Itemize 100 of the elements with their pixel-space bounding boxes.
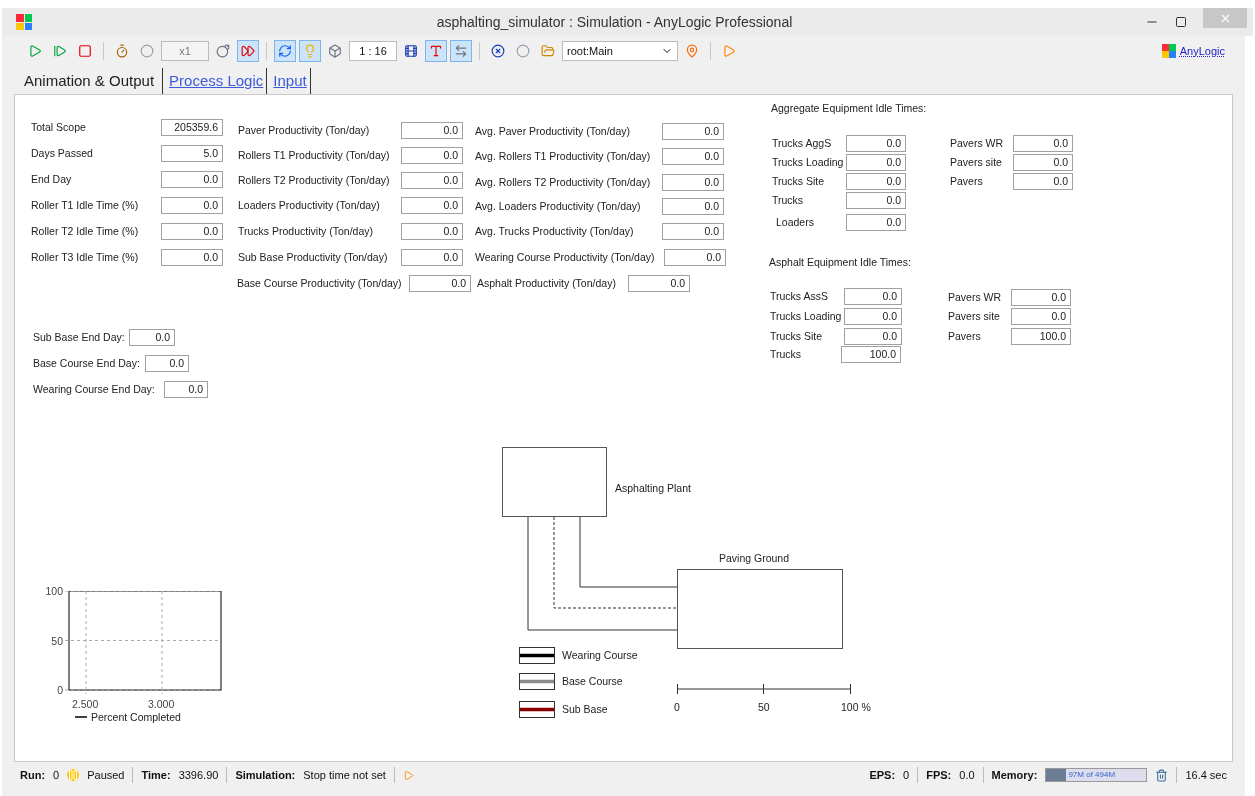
legend-label: Wearing Course: [562, 648, 638, 663]
value-field: 0.0: [401, 223, 463, 240]
field-label: Trucks Loading: [772, 155, 844, 169]
status-label: Simulation:: [235, 767, 296, 783]
value-field: 0.0: [161, 171, 223, 188]
fps-value: 0.0: [959, 767, 975, 783]
scale-label: 50: [758, 700, 770, 715]
scale-field[interactable]: 1 : 16: [349, 41, 397, 61]
timer-icon: [115, 44, 129, 58]
field-label: Avg. Paver Productivity (Ton/day): [475, 124, 631, 138]
field-label: Avg. Rollers T2 Productivity (Ton/day): [475, 175, 651, 189]
lightbulb-icon: [303, 44, 317, 58]
value-field: 0.0: [1011, 289, 1071, 306]
value-field: 0.0: [161, 223, 223, 240]
value-field: 0.0: [1011, 308, 1071, 325]
play-icon: [28, 44, 42, 58]
model-dropdown[interactable]: root:Main: [562, 41, 678, 61]
field-label: End Day: [31, 172, 72, 186]
legend-label: Base Course: [562, 674, 623, 689]
axis-tick-label: 2.500: [72, 698, 99, 710]
ground-label: Paving Ground: [719, 551, 790, 566]
circle-icon: [140, 44, 154, 58]
field-label: Loaders Productivity (Ton/day): [238, 198, 380, 212]
maximize-icon[interactable]: [1175, 16, 1187, 28]
pause-icon: [67, 769, 80, 781]
speed-field[interactable]: x1: [161, 41, 209, 61]
status-label: EPS:: [869, 767, 896, 783]
fast-forward-icon: [241, 44, 255, 58]
toolbar-button[interactable]: [425, 40, 447, 62]
field-label: Pavers: [948, 329, 981, 343]
value-field: 0.0: [161, 249, 223, 266]
font-icon: [429, 44, 443, 58]
axis-tick-label: 3.000: [148, 698, 175, 710]
bomb-icon: [216, 44, 230, 58]
section-heading: Asphalt Equipment Idle Times:: [769, 255, 911, 270]
value-field: 0.0: [662, 174, 724, 191]
field-label: Pavers site: [948, 309, 1000, 323]
scale-label: 100 %: [841, 700, 871, 715]
field-label: Rollers T1 Productivity (Ton/day): [238, 148, 390, 162]
field-label: Trucks: [770, 347, 802, 361]
field-label: Avg. Trucks Productivity (Ton/day): [475, 224, 634, 238]
refresh-icon: [278, 44, 292, 58]
trash-icon[interactable]: [1155, 768, 1169, 782]
field-label: Paver Productivity (Ton/day): [238, 123, 370, 137]
field-label: Wearing Course Productivity (Ton/day): [475, 250, 655, 264]
field-label: Base Course End Day:: [33, 356, 140, 370]
status-label: Memory:: [991, 767, 1038, 783]
field-label: Trucks AssS: [770, 289, 828, 303]
value-field: 0.0: [846, 192, 906, 209]
eps-value: 0: [903, 767, 910, 783]
field-label: Base Course Productivity (Ton/day): [237, 276, 402, 290]
play-icon[interactable]: [402, 769, 414, 781]
scale-label: 0: [674, 700, 680, 715]
field-label: Trucks Productivity (Ton/day): [238, 224, 373, 238]
field-label: Roller T2 Idle Time (%): [31, 224, 139, 238]
value-field: 0.0: [401, 172, 463, 189]
field-label: Total Scope: [31, 120, 86, 134]
field-label: Avg. Rollers T1 Productivity (Ton/day): [475, 149, 651, 163]
pin-icon: [685, 44, 699, 58]
value-field: 0.0: [846, 135, 906, 152]
field-label: Trucks Site: [772, 174, 825, 188]
value-field: 0.0: [846, 173, 906, 190]
field-label: Trucks Loading: [770, 309, 842, 323]
simulation-value: Stop time not set: [303, 767, 386, 783]
elapsed-time: 16.4 sec: [1185, 767, 1228, 783]
play-icon: [722, 44, 736, 58]
section-heading: Aggregate Equipment Idle Times:: [771, 101, 927, 116]
time-value: 3396.90: [178, 767, 219, 783]
field-label: Sub Base End Day:: [33, 330, 125, 344]
field-label: Pavers WR: [950, 136, 1004, 150]
field-label: Days Passed: [31, 146, 93, 160]
value-field: 0.0: [409, 275, 471, 292]
field-label: Trucks Site: [770, 329, 823, 343]
value-field: 5.0: [161, 145, 223, 162]
status-label: Time:: [141, 767, 171, 783]
field-label: Loaders: [776, 215, 814, 229]
legend-label: Sub Base: [562, 702, 608, 717]
field-label: Pavers WR: [948, 290, 1002, 304]
axis-tick-label: 50: [50, 634, 63, 647]
close-circle-icon: [491, 44, 505, 58]
brand-link[interactable]: AnyLogic: [1179, 42, 1225, 60]
field-label: Roller T1 Idle Time (%): [31, 198, 139, 212]
value-field: 0.0: [164, 381, 208, 398]
value-field: 0.0: [844, 328, 902, 345]
value-field: 0.0: [1013, 135, 1073, 152]
value-field: 0.0: [628, 275, 690, 292]
value-field: 0.0: [129, 329, 175, 346]
field-label: Trucks AggS: [772, 136, 832, 150]
value-field: 0.0: [662, 223, 724, 240]
run-number: 0: [53, 767, 60, 783]
status-label: Run:: [20, 767, 46, 783]
memory-text: 97M of 494M: [1068, 769, 1116, 781]
step-icon: [53, 44, 67, 58]
toolbar-button[interactable]: [237, 40, 259, 62]
app-logo-icon: [16, 14, 32, 30]
value-field: 0.0: [401, 197, 463, 214]
toolbar-button[interactable]: [274, 40, 296, 62]
run-state: Paused: [87, 767, 125, 783]
value-field: 0.0: [664, 249, 726, 266]
field-label: Pavers site: [950, 155, 1002, 169]
